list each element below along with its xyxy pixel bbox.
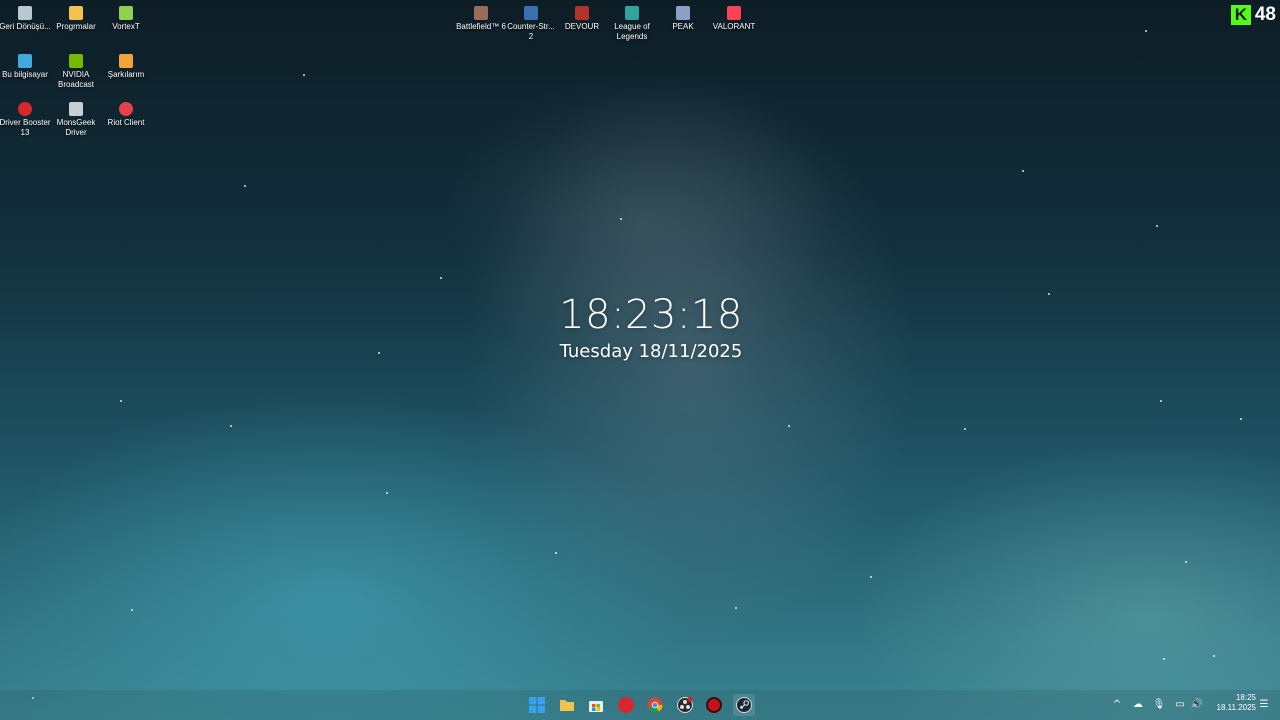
music-folder-icon [119,54,133,68]
microsoft-store-button[interactable] [585,694,607,716]
nvidia-icon [69,54,83,68]
clock-time: 18:23:18 [559,292,743,338]
taskbar-date: 18.11.2025 [1216,703,1256,712]
league-icon [625,6,639,20]
riot-client-shortcut[interactable]: Riot Client [99,102,153,128]
riot-client-label: Riot Client [107,118,145,127]
windows-logo-icon [529,697,545,713]
riot-app-icon [618,697,634,713]
this-pc-shortcut[interactable]: Bu bilgisayar [0,54,52,80]
vortext-icon [119,6,133,20]
steam-icon [736,697,752,713]
monsgeek-driver-shortcut[interactable]: MonsGeek Driver [49,102,103,138]
devour-shortcut[interactable]: DEVOUR [555,6,609,32]
driver-booster-shortcut[interactable]: Driver Booster 13 [0,102,52,138]
league-of-legends-label: League of Legends [614,22,650,41]
folder-icon [69,6,83,20]
steam-button[interactable] [733,694,755,716]
monsgeek-icon [69,102,83,116]
start-button[interactable] [526,694,548,716]
battlefield-label: Battlefield™ 6 [456,22,506,31]
show-hidden-icons-chevron-icon[interactable]: ^ [1109,696,1125,712]
recycle-bin-shortcut[interactable]: Geri Dönüşü... [0,6,52,32]
devour-icon [575,6,589,20]
monsgeek-driver-label: MonsGeek Driver [56,118,96,137]
taskbar-time: 18:25 [1235,693,1256,702]
valorant-shortcut[interactable]: VALORANT [707,6,761,32]
chrome-button[interactable] [644,694,666,716]
peak-icon [676,6,690,20]
obs-button[interactable] [674,694,696,716]
programs-folder-label: Progrmalar [56,22,96,31]
songs-folder-label: Şarkılarım [107,70,145,79]
counter-strike-shortcut[interactable]: Counter-Str... 2 [504,6,558,42]
recycle-bin-label: Geri Dönüşü... [0,22,51,31]
recycle-bin-icon [18,6,32,20]
peak-shortcut[interactable]: PEAK [656,6,710,32]
network-icon[interactable]: ▭ [1172,696,1188,712]
volume-icon[interactable]: 🔊 [1189,696,1205,712]
red-app-button[interactable] [703,694,725,716]
riot-client-icon [119,102,133,116]
taskbar-clock[interactable]: 18:25 18.11.2025 [1208,693,1256,713]
driver-booster-icon [18,102,32,116]
songs-folder-shortcut[interactable]: Şarkılarım [99,54,153,80]
file-explorer-button[interactable] [556,694,578,716]
store-icon [589,701,603,712]
valorant-label: VALORANT [712,22,756,31]
battlefield-shortcut[interactable]: Battlefield™ 6 [454,6,508,32]
riot-app-button[interactable] [615,694,637,716]
clock-date: Tuesday 18/11/2025 [559,341,743,362]
driver-booster-label: Driver Booster 13 [0,118,51,137]
vortext-label: VortexT [112,22,140,31]
kick-logo-icon: K [1230,5,1251,25]
folder-icon [560,700,574,711]
taskbar [0,690,1280,720]
peak-label: PEAK [672,22,694,31]
notifications-icon[interactable]: ☰ [1256,696,1272,712]
kick-viewer-badge: K 48 [1230,4,1276,26]
chrome-icon [647,697,663,713]
microphone-icon[interactable]: 🎙 [1151,696,1167,712]
battlefield-icon [474,6,488,20]
onedrive-cloud-icon[interactable]: ☁ [1130,696,1146,712]
this-pc-label: Bu bilgisayar [2,70,48,79]
viewer-count: 48 [1254,4,1276,25]
league-of-legends-shortcut[interactable]: League of Legends [605,6,659,42]
obs-icon [677,697,693,713]
devour-label: DEVOUR [564,22,600,31]
nvidia-broadcast-label: NVIDIA Broadcast [57,70,95,89]
vortext-shortcut[interactable]: VortexT [99,6,153,32]
red-app-icon [706,697,722,713]
programs-folder-shortcut[interactable]: Progrmalar [49,6,103,32]
computer-icon [18,54,32,68]
valorant-icon [727,6,741,20]
counter-strike-icon [524,6,538,20]
counter-strike-label: Counter-Str... 2 [507,22,555,41]
nvidia-broadcast-shortcut[interactable]: NVIDIA Broadcast [49,54,103,90]
